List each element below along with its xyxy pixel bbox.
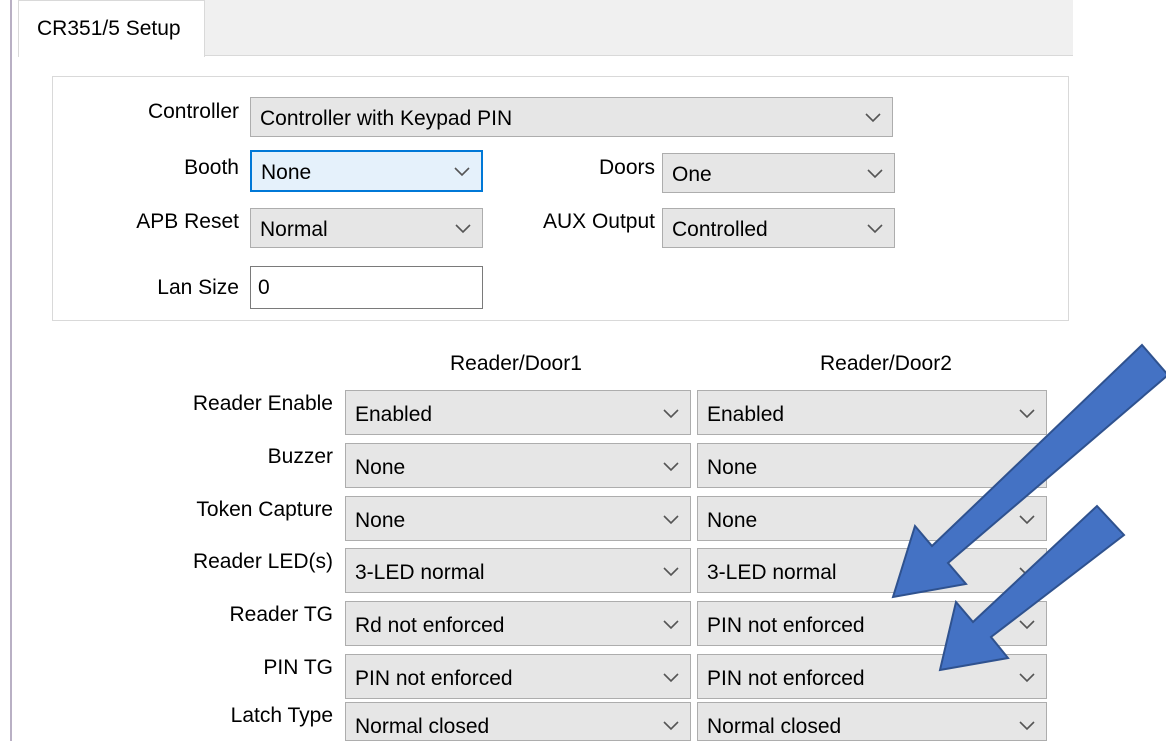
chevron-down-icon [1019,409,1035,419]
reader-led-s-door1-value: 3-LED normal [355,561,485,584]
chevron-down-icon [663,409,679,419]
chevron-down-icon [663,620,679,630]
reader-tg-door1-value: Rd not enforced [355,614,505,637]
apb-reset-select[interactable]: Normal [250,208,483,248]
token-capture-door1-value: None [355,509,406,532]
chevron-down-icon [1019,462,1035,472]
buzzer-label: Buzzer [267,445,333,468]
chevron-down-icon [1019,515,1035,525]
lan-size-label: Lan Size [157,276,239,299]
reader-tg-label: Reader TG [229,603,334,626]
token-capture-label: Token Capture [196,498,333,521]
lan-size-input[interactable]: 0 [250,266,483,309]
doors-value: One [672,163,712,186]
doors-label: Doors [598,156,655,179]
latch-type-label: Latch Type [230,704,333,727]
aux-output-select[interactable]: Controlled [662,208,895,248]
chevron-down-icon [867,224,883,234]
latch-type-door1-select[interactable]: Normal closed [345,702,691,741]
column-header-door2: Reader/Door2 [820,352,952,375]
chevron-down-icon [663,515,679,525]
token-capture-door2-value: None [707,509,758,532]
reader-tg-door1-select[interactable]: Rd not enforced [345,601,691,646]
controller-value: Controller with Keypad PIN [260,107,513,130]
pin-tg-door2-select[interactable]: PIN not enforced [697,654,1047,699]
reader-tg-door2-select[interactable]: PIN not enforced [697,601,1047,646]
apb-reset-label: APB Reset [136,210,239,233]
buzzer-door2-select[interactable]: None [697,443,1047,488]
chevron-down-icon [865,113,881,123]
aux-output-value: Controlled [672,218,768,241]
pin-tg-label: PIN TG [263,656,333,679]
reader-enable-door1-value: Enabled [355,403,433,426]
reader-led-s-label: Reader LED(s) [192,550,333,573]
tab-label: CR351/5 Setup [37,17,181,40]
lan-size-value: 0 [258,276,270,299]
pin-tg-door1-select[interactable]: PIN not enforced [345,654,691,699]
chevron-down-icon [455,224,471,234]
chevron-down-icon [1019,567,1035,577]
chevron-down-icon [663,462,679,472]
window-left-edge [0,0,12,741]
chevron-down-icon [1019,620,1035,630]
chevron-down-icon [663,721,679,731]
booth-select[interactable]: None [250,150,483,192]
aux-output-label: AUX Output [542,210,655,233]
chevron-down-icon [663,567,679,577]
reader-led-s-door1-select[interactable]: 3-LED normal [345,548,691,593]
reader-led-s-door2-select[interactable]: 3-LED normal [697,548,1047,593]
buzzer-door2-value: None [707,456,758,479]
booth-label: Booth [184,156,239,179]
pin-tg-door1-value: PIN not enforced [355,667,513,690]
buzzer-door1-value: None [355,456,406,479]
chevron-down-icon [1019,673,1035,683]
latch-type-door2-value: Normal closed [707,715,842,738]
latch-type-door1-value: Normal closed [355,715,490,738]
reader-enable-label: Reader Enable [192,392,333,415]
reader-enable-door1-select[interactable]: Enabled [345,390,691,435]
reader-enable-door2-select[interactable]: Enabled [697,390,1047,435]
reader-led-s-door2-value: 3-LED normal [707,561,837,584]
apb-reset-value: Normal [260,218,328,241]
latch-type-door2-select[interactable]: Normal closed [697,702,1047,741]
buzzer-door1-select[interactable]: None [345,443,691,488]
tab-cr351-setup[interactable]: CR351/5 Setup [18,0,205,57]
pin-tg-door2-value: PIN not enforced [707,667,865,690]
reader-enable-door2-value: Enabled [707,403,785,426]
chevron-down-icon [454,167,470,177]
doors-select[interactable]: One [662,153,895,193]
token-capture-door1-select[interactable]: None [345,496,691,541]
token-capture-door2-select[interactable]: None [697,496,1047,541]
chevron-down-icon [867,169,883,179]
booth-value: None [261,161,312,184]
chevron-down-icon [663,673,679,683]
reader-tg-door2-value: PIN not enforced [707,614,865,637]
controller-select[interactable]: Controller with Keypad PIN [250,97,893,137]
column-header-door1: Reader/Door1 [450,352,582,375]
chevron-down-icon [1019,721,1035,731]
controller-label: Controller [147,100,239,123]
